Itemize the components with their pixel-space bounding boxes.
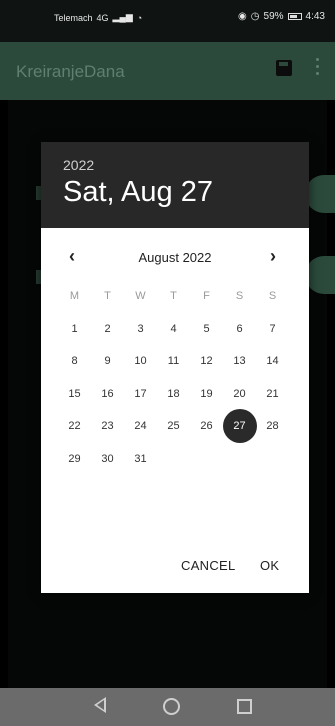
ok-button[interactable]: OK [260,558,279,573]
status-left: Telemach 4G ▂▄▆ ◔ [54,12,142,23]
day-cell[interactable]: 14 [256,345,289,378]
selected-date-label: Sat, Aug 27 [63,176,213,208]
cancel-button[interactable]: CANCEL [181,558,236,573]
day-cell[interactable]: 31 [124,443,157,476]
day-cell[interactable]: 13 [223,345,256,378]
day-cell[interactable]: 24 [124,410,157,443]
action-button-2 [305,256,335,294]
day-cell[interactable]: 5 [190,313,223,346]
wifi-icon: ◔ [136,12,143,23]
recents-square-icon[interactable] [237,699,252,714]
day-cell[interactable]: 6 [223,313,256,346]
day-cell[interactable]: 17 [124,378,157,411]
carrier-label: Telemach [54,12,93,23]
day-cell-empty [256,443,289,476]
day-cell[interactable]: 16 [91,378,124,411]
weekday-label: T [170,290,177,302]
year-label[interactable]: 2022 [63,157,94,173]
eye-icon: ◉ [238,11,247,22]
selected-day-label: 27 [233,420,246,432]
day-cell[interactable]: 15 [58,378,91,411]
week-row: 22 23 24 25 26 27 28 [58,409,290,443]
weekday-label: M [69,290,80,302]
weekday-label: F [203,290,210,302]
date-picker-dialog: 2022 Sat, Aug 27 ‹ August 2022 › M T W T… [41,142,309,593]
week-row: 8 9 10 11 12 13 14 [58,345,290,378]
network-label: 4G [96,12,109,23]
action-button-1 [305,175,335,213]
calendar-grid: M T W T F S S 1 2 3 4 5 6 7 8 9 10 11 12… [58,280,290,475]
week-row: 1 2 3 4 5 6 7 [58,313,290,346]
day-cell[interactable]: 22 [58,410,91,443]
day-cell[interactable]: 25 [157,410,190,443]
day-cell-selected[interactable]: 27 [222,409,257,443]
day-cell[interactable]: 20 [223,378,256,411]
day-cell[interactable]: 30 [91,443,124,476]
weekday-label: S [268,290,277,302]
weekday-label: T [104,290,111,302]
navigation-bar [0,688,335,726]
home-circle-icon[interactable] [163,698,180,715]
status-right: ◉ ◷ 59% 4:43 [238,11,325,22]
month-navigation: ‹ August 2022 › [41,246,309,270]
day-cell[interactable]: 10 [124,345,157,378]
screen: Telemach 4G ▂▄▆ ◔ ◉ ◷ 59% 4:43 Kreiranje… [0,0,335,726]
day-cell[interactable]: 4 [157,313,190,346]
day-cell[interactable]: 28 [256,410,289,443]
back-triangle-icon[interactable] [94,697,106,713]
day-cell[interactable]: 29 [58,443,91,476]
weekday-label: S [235,290,244,302]
day-cell[interactable]: 26 [190,410,223,443]
chevron-right-icon[interactable]: › [270,246,276,267]
signal-icon: ▂▄▆ [112,12,133,22]
day-cell[interactable]: 12 [190,345,223,378]
month-label: August 2022 [138,250,212,265]
day-cell[interactable]: 21 [256,378,289,411]
app-title: KreiranjeDana [16,62,125,81]
save-icon[interactable] [276,60,292,76]
day-cell-empty [190,443,223,476]
day-cell[interactable]: 18 [157,378,190,411]
day-cell[interactable]: 1 [58,313,91,346]
weekday-label: W [135,290,146,302]
alarm-icon: ◷ [250,11,260,22]
day-cell[interactable]: 8 [58,345,91,378]
day-cell[interactable]: 9 [91,345,124,378]
day-cell-empty [223,443,256,476]
more-vert-icon[interactable] [316,58,320,78]
battery-icon [287,13,302,20]
day-cell-empty [157,443,190,476]
status-bar: Telemach 4G ▂▄▆ ◔ ◉ ◷ 59% 4:43 [0,0,335,42]
day-cell[interactable]: 11 [157,345,190,378]
day-cell[interactable]: 2 [91,313,124,346]
day-cell[interactable]: 19 [190,378,223,411]
day-cell[interactable]: 3 [124,313,157,346]
week-row: 15 16 17 18 19 20 21 [58,378,290,411]
battery-percent: 59% [263,11,284,22]
day-cell[interactable]: 23 [91,410,124,443]
day-cell[interactable]: 7 [256,313,289,346]
weekday-row: M T W T F S S [58,280,290,313]
dialog-header: 2022 Sat, Aug 27 [41,142,309,228]
week-row: 29 30 31 [58,443,290,476]
clock: 4:43 [305,11,325,22]
